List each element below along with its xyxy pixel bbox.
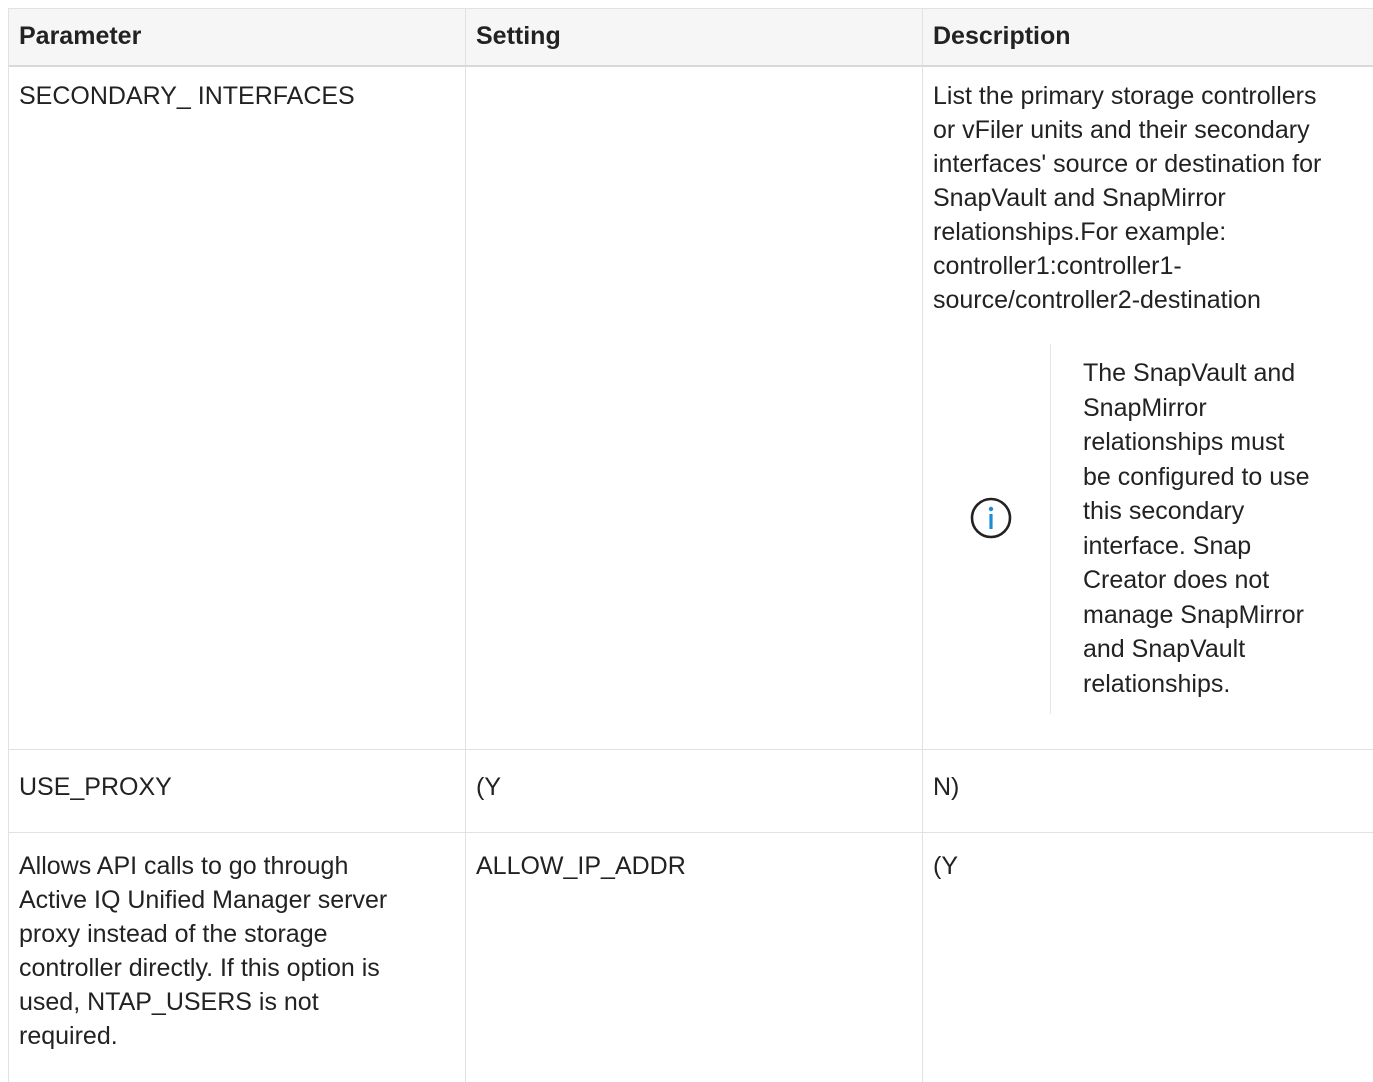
table-header-row: Parameter Setting Description bbox=[9, 8, 1373, 67]
description-line: source/controller2-destination bbox=[933, 286, 1261, 314]
cell-setting: (Y bbox=[466, 750, 923, 832]
note-line: Creator does not bbox=[1083, 566, 1270, 594]
description-line: SnapVault and SnapMirror bbox=[933, 184, 1226, 212]
description-line: controller1:controller1- bbox=[933, 252, 1182, 280]
table-row: USE_PROXY (Y N) bbox=[9, 750, 1373, 833]
parameter-text: Allows API calls to go through Active IQ… bbox=[19, 849, 455, 1053]
parameter-line: Allows API calls to go through bbox=[19, 852, 349, 880]
description-text: List the primary storage controllers or … bbox=[933, 79, 1364, 317]
cell-parameter: SECONDARY_ INTERFACES bbox=[9, 66, 466, 749]
note-line: manage SnapMirror bbox=[1083, 600, 1304, 629]
parameter-line: proxy instead of the storage bbox=[19, 920, 328, 948]
note-line: interface. Snap bbox=[1083, 531, 1252, 560]
parameter-text: SECONDARY_ INTERFACES bbox=[19, 82, 355, 110]
note-line: relationships must bbox=[1083, 428, 1285, 456]
description-line: or vFiler units and their secondary bbox=[933, 116, 1310, 144]
note-line: this secondary bbox=[1083, 497, 1245, 525]
parameter-line: controller directly. If this option is bbox=[19, 954, 380, 982]
description-text: (Y bbox=[933, 852, 958, 880]
parameter-line: required. bbox=[19, 1022, 118, 1050]
note-divider bbox=[1050, 344, 1051, 714]
header-description: Description bbox=[933, 22, 1071, 50]
header-setting: Setting bbox=[466, 9, 923, 65]
note-line: The SnapVault and bbox=[1083, 359, 1296, 387]
note-line: SnapMirror bbox=[1083, 393, 1207, 422]
description-line: List the primary storage controllers bbox=[933, 82, 1317, 110]
table-row: Allows API calls to go through Active IQ… bbox=[9, 833, 1373, 1082]
setting-text: (Y bbox=[476, 773, 501, 801]
parameter-line: Active IQ Unified Manager server bbox=[19, 886, 388, 914]
cell-setting bbox=[466, 66, 923, 749]
note-line: be configured to use bbox=[1083, 462, 1310, 491]
description-line: relationships.For example: bbox=[933, 218, 1227, 246]
note-text: The SnapVault and SnapMirror relationshi… bbox=[1083, 356, 1353, 701]
header-parameter: Parameter bbox=[9, 9, 466, 65]
cell-parameter: USE_PROXY bbox=[9, 750, 466, 832]
parameter-text: USE_PROXY bbox=[19, 773, 172, 801]
info-icon bbox=[967, 494, 1015, 542]
note-line: and SnapVault bbox=[1083, 635, 1246, 663]
description-line: interfaces' source or destination for bbox=[933, 150, 1322, 178]
setting-text: ALLOW_IP_ADDR bbox=[476, 852, 686, 880]
parameter-table: Parameter Setting Description SECONDARY_… bbox=[8, 8, 1373, 1082]
cell-parameter: Allows API calls to go through Active IQ… bbox=[9, 833, 466, 1082]
cell-setting: ALLOW_IP_ADDR bbox=[466, 833, 923, 1082]
parameter-line: used, NTAP_USERS is not bbox=[19, 988, 319, 1016]
cell-description: N) bbox=[923, 750, 1373, 832]
description-text: N) bbox=[933, 773, 960, 801]
info-note: The SnapVault and SnapMirror relationshi… bbox=[923, 344, 1373, 714]
note-line: relationships. bbox=[1083, 669, 1231, 698]
cell-description: (Y bbox=[923, 833, 1373, 1082]
